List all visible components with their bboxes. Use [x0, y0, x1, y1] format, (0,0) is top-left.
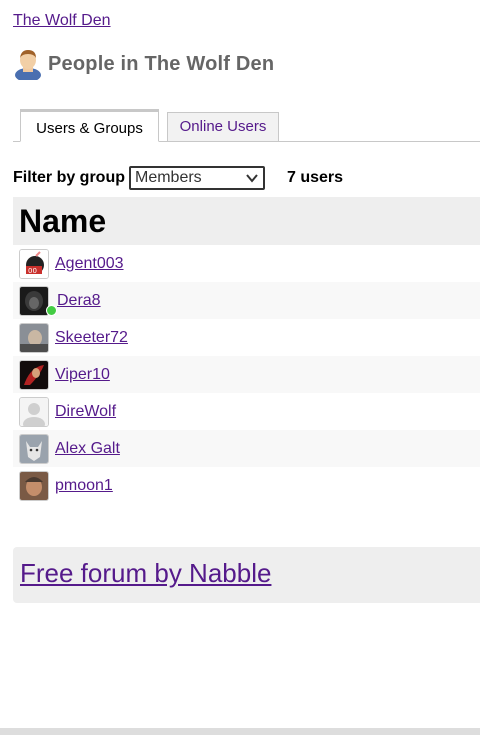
user-link[interactable]: Dera8 — [57, 292, 101, 310]
tab-users-groups[interactable]: Users & Groups — [20, 109, 159, 142]
nabble-footer-link[interactable]: Free forum by Nabble — [20, 558, 271, 589]
user-link[interactable]: Skeeter72 — [55, 329, 128, 347]
column-header-name: Name — [13, 197, 480, 245]
page-header: People in The Wolf Den — [13, 48, 274, 80]
users-table: Name 00 Agent003 Dera8 Skeeter72 Viper10… — [13, 197, 480, 504]
user-link[interactable]: pmoon1 — [55, 477, 113, 495]
user-link[interactable]: Agent003 — [55, 255, 124, 273]
avatar-image — [20, 360, 48, 389]
user-count: 7 users — [287, 169, 344, 186]
user-link[interactable]: Viper10 — [55, 366, 110, 384]
group-select[interactable]: Members — [129, 166, 265, 190]
svg-text:00: 00 — [28, 267, 37, 275]
table-row: Alex Galt — [13, 430, 480, 467]
avatar[interactable] — [19, 396, 49, 427]
avatar[interactable] — [19, 322, 49, 353]
table-row: pmoon1 — [13, 467, 480, 504]
user-link[interactable]: DireWolf — [55, 403, 116, 421]
avatar[interactable] — [19, 433, 49, 464]
table-row: DireWolf — [13, 393, 480, 430]
table-row: Dera8 — [13, 282, 480, 319]
table-row: 00 Agent003 — [13, 245, 480, 282]
avatar[interactable] — [19, 470, 49, 501]
person-icon — [15, 50, 41, 80]
page-title: People in The Wolf Den — [48, 52, 275, 75]
bottom-bar — [0, 728, 480, 735]
table-row: Viper10 — [13, 356, 480, 393]
filter-row: Filter by group Members 7 users — [13, 166, 343, 190]
avatar[interactable] — [19, 359, 49, 390]
footer: Free forum by Nabble — [13, 547, 480, 603]
group-select-value: Members — [135, 169, 202, 186]
tab-bar: Users & Groups Online Users — [13, 108, 480, 142]
table-row: Skeeter72 — [13, 319, 480, 356]
online-status-dot — [46, 305, 57, 316]
filter-label: Filter by group — [13, 169, 125, 186]
user-link[interactable]: Alex Galt — [55, 440, 120, 458]
avatar-image: 00 — [20, 249, 48, 278]
avatar[interactable] — [19, 285, 49, 316]
avatar-image — [20, 323, 48, 352]
avatar-image — [20, 434, 48, 463]
breadcrumb-forum-link[interactable]: The Wolf Den — [13, 12, 111, 30]
avatar-image — [20, 471, 48, 500]
avatar[interactable]: 00 — [19, 248, 49, 279]
tab-online-users[interactable]: Online Users — [167, 112, 279, 142]
chevron-down-icon — [246, 174, 258, 183]
avatar-image — [20, 397, 48, 426]
avatar-image — [20, 286, 48, 315]
